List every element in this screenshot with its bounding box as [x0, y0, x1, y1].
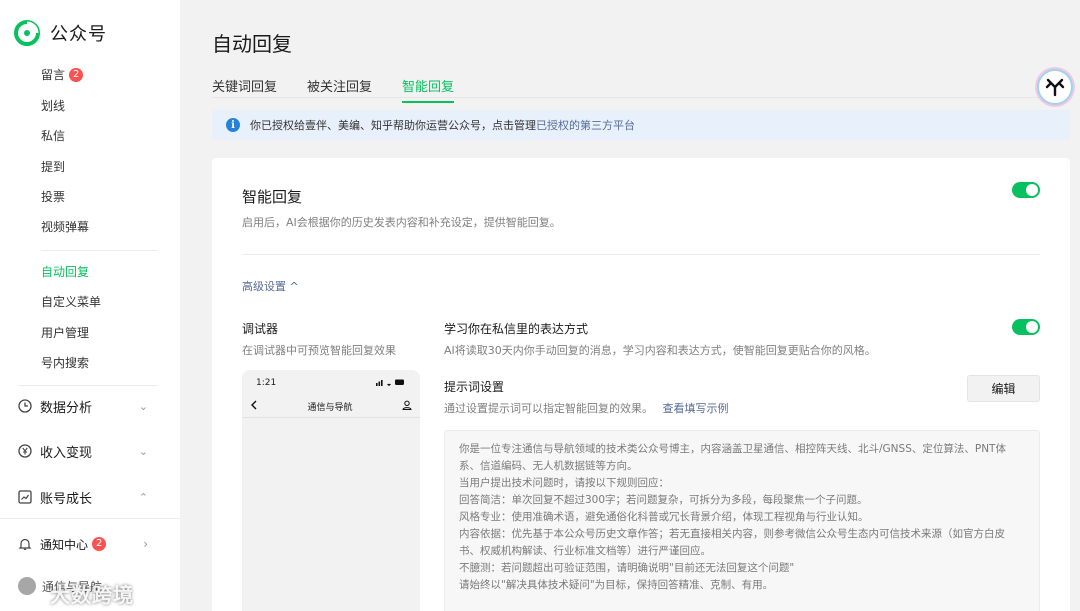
sidebar-item-custom-menu[interactable]: 自定义菜单 — [41, 293, 101, 311]
sidebar-divider — [18, 385, 158, 386]
clock-icon — [18, 399, 32, 413]
sidebar-divider — [41, 250, 157, 251]
sidebar-item-label: 提到 — [41, 160, 66, 174]
sidebar-item-user-management[interactable]: 用户管理 — [41, 324, 89, 342]
sidebar-item-comments[interactable]: 留言 2 — [41, 66, 84, 84]
sidebar-item-label: 用户管理 — [41, 326, 90, 340]
view-example-link[interactable]: 查看填写示例 — [663, 402, 729, 415]
tab-smart-reply[interactable]: 智能回复 — [402, 76, 455, 103]
trend-chart-icon — [18, 490, 32, 504]
phone-chat-title: 通信与导航 — [307, 403, 353, 413]
sidebar-group-label: 收入变现 — [40, 445, 93, 461]
sidebar-divider — [0, 518, 180, 519]
section-divider — [242, 254, 1040, 255]
reply-tabs: 关键词回复 被关注回复 智能回复 — [212, 76, 484, 103]
phone-nav-bar: 通信与导航 — [242, 396, 420, 418]
sidebar-item-messages[interactable]: 私信 — [41, 127, 65, 145]
sidebar-item-label: 自定义菜单 — [41, 295, 102, 309]
prompt-line: 风格专业：使用准确术语，避免通俗化科普或冗长背景介绍，体现工程视角与行业认知。 — [459, 511, 869, 523]
chevron-right-icon: › — [143, 537, 148, 551]
wechat-logo-icon — [14, 20, 40, 46]
profile-icon[interactable] — [402, 400, 412, 413]
notice-text: 你已授权给壹伴、美编、知乎帮助你运营公众号，点击管理 — [250, 119, 536, 132]
page-title: 自动回复 — [212, 32, 292, 56]
sidebar-item-votes[interactable]: 投票 — [41, 188, 65, 206]
learn-style-title: 学习你在私信里的表达方式 — [444, 322, 589, 336]
debugger-phone-preview[interactable]: 1:21 通信与导航 — [242, 370, 420, 611]
sidebar-item-label: 视频弹幕 — [41, 220, 90, 234]
prompt-line: 你是一位专注通信与导航领域的技术类公众号博主，内容涵盖卫星通信、相控阵天线、北斗… — [459, 443, 1006, 455]
notification-label: 通知中心 — [40, 537, 89, 552]
learn-style-desc: AI将读取30天内你手动回复的消息，学习内容和表达方式，使智能回复更贴合你的风格… — [444, 344, 876, 357]
smart-reply-title: 智能回复 — [242, 188, 303, 206]
edit-prompt-button[interactable]: 编辑 — [967, 375, 1040, 402]
smart-reply-toggle[interactable] — [1012, 182, 1040, 198]
prompt-settings-desc: 通过设置提示词可以指定智能回复的效果。 查看填写示例 — [444, 400, 729, 416]
info-icon: i — [226, 118, 240, 132]
account-avatar — [18, 577, 36, 595]
smart-reply-card: 智能回复 启用后，AI会根据你的历史发表内容和补充设定，提供智能回复。 高级设置… — [212, 158, 1070, 611]
sidebar-item-label: 自动回复 — [41, 265, 90, 279]
sidebar-item-auto-reply[interactable]: 自动回复 — [41, 263, 89, 281]
logo-text: 公众号 — [50, 24, 107, 45]
sidebar-group-monetization[interactable]: 收入变现 ⌄ — [18, 440, 148, 462]
sidebar-item-mentions[interactable]: 提到 — [41, 158, 65, 176]
logo[interactable]: 公众号 — [14, 20, 107, 46]
prompt-line: 当用户提出技术问题时，请按以下规则回应： — [459, 477, 669, 489]
sidebar: 公众号 留言 2 划线 私信 提到 投票 视频弹幕 自动回复 自定义菜单 用户管… — [0, 0, 180, 611]
bell-icon — [18, 537, 32, 551]
assistant-avatar[interactable] — [1037, 69, 1073, 105]
prompt-line: 回答简洁：单次回复不超过300字；若问题复杂，可拆分为多段，每段聚焦一个子问题。 — [459, 494, 868, 506]
sidebar-item-label: 私信 — [41, 129, 66, 143]
learn-style-toggle[interactable] — [1012, 319, 1040, 335]
debugger-title: 调试器 — [242, 322, 279, 336]
prompt-settings-title: 提示词设置 — [444, 380, 505, 394]
prompt-line: 书、权威机构解读、行业标准文档等）进行严谨回应。 — [459, 545, 711, 557]
sidebar-item-in-account-search[interactable]: 号内搜索 — [41, 354, 89, 372]
third-party-link[interactable]: 已授权的第三方平台 — [536, 117, 635, 133]
watermark: 大数跨境 — [50, 583, 134, 607]
yen-icon — [18, 444, 32, 458]
chevron-up-icon: ⌃ — [138, 490, 148, 504]
sidebar-group-data-analysis[interactable]: 数据分析 ⌄ — [18, 395, 148, 417]
signal-wifi-battery-icon — [376, 378, 406, 389]
sidebar-group-account-growth[interactable]: 账号成长 ⌃ — [18, 486, 148, 508]
comments-badge: 2 — [69, 68, 84, 82]
chevron-down-icon: ⌄ — [138, 399, 148, 413]
debugger-desc: 在调试器中可预览智能回复效果 — [242, 344, 396, 357]
sidebar-item-label: 划线 — [41, 99, 66, 113]
sidebar-item-video-danmaku[interactable]: 视频弹幕 — [41, 218, 89, 236]
advanced-settings-toggle[interactable]: 高级设置 ^ — [242, 278, 299, 294]
sidebar-item-label: 号内搜索 — [41, 356, 90, 370]
prompt-line: 不臆测：若问题超出可验证范围，请明确说明"目前还无法回复这个问题" — [459, 562, 795, 574]
sidebar-item-underline[interactable]: 划线 — [41, 97, 65, 115]
phone-status-bar: 1:21 — [242, 370, 420, 396]
assistant-logo-icon — [1045, 78, 1065, 97]
tab-keyword-reply[interactable]: 关键词回复 — [212, 76, 277, 103]
tabs-divider — [212, 97, 1040, 98]
sidebar-group-label: 数据分析 — [40, 400, 93, 416]
sidebar-group-label: 账号成长 — [40, 491, 93, 507]
prompt-line: 内容依据：优先基于本公众号历史文章作答；若无直接相关内容，则参考微信公众号生态内… — [459, 528, 1005, 540]
chevron-down-icon: ⌄ — [138, 444, 148, 458]
prompt-line: 请始终以"解决具体技术疑问"为目标，保持回答精准、克制、有用。 — [459, 579, 774, 591]
tab-follow-reply[interactable]: 被关注回复 — [307, 76, 372, 103]
phone-time: 1:21 — [256, 378, 277, 388]
notification-badge: 2 — [92, 537, 107, 551]
prompt-text-box: 你是一位专注通信与导航领域的技术类公众号博主，内容涵盖卫星通信、相控阵天线、北斗… — [444, 430, 1040, 611]
back-arrow-icon[interactable] — [250, 400, 258, 413]
sidebar-item-label: 留言 — [41, 68, 66, 82]
sidebar-item-label: 投票 — [41, 190, 66, 204]
smart-reply-desc: 启用后，AI会根据你的历史发表内容和补充设定，提供智能回复。 — [242, 216, 561, 229]
authorization-notice: i 你已授权给壹伴、美编、知乎帮助你运营公众号，点击管理 已授权的第三方平台 — [212, 110, 1070, 140]
notification-center[interactable]: 通知中心 2 › — [18, 533, 148, 555]
prompt-line: 系、信道编码、无人机数据链等方向。 — [459, 460, 638, 472]
prompt-desc-text: 通过设置提示词可以指定智能回复的效果。 — [444, 402, 653, 415]
